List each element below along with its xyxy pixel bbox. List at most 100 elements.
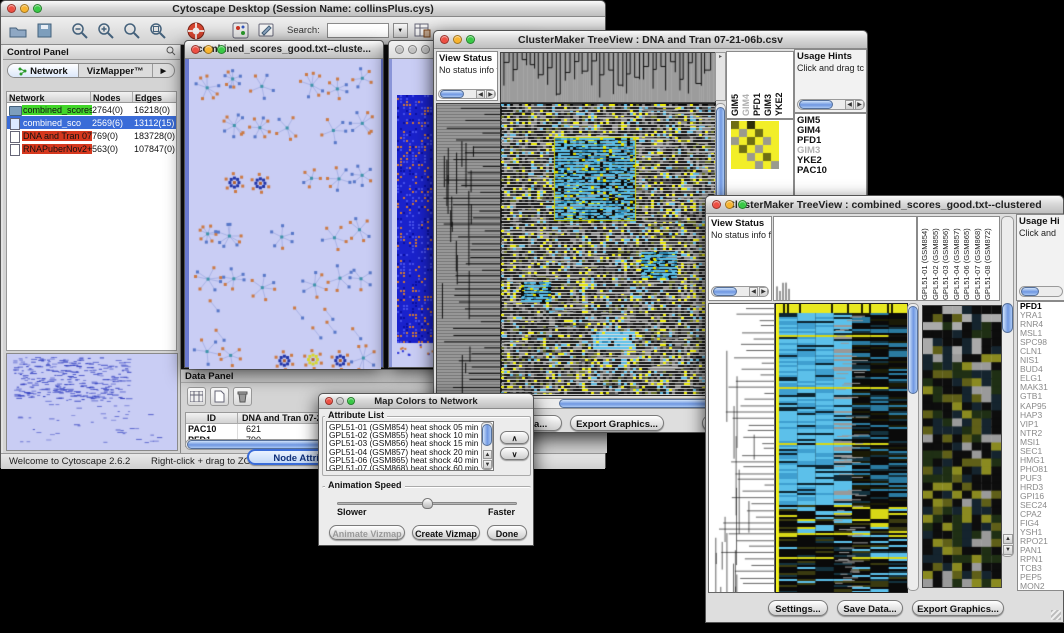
tv2-column-label[interactable]: GPL51-02 (GSM855)	[931, 218, 942, 300]
move-down-button[interactable]: ∨	[500, 447, 529, 460]
tv2-column-label[interactable]: GPL51-07 (GSM868)	[973, 218, 984, 300]
search-input[interactable]	[327, 23, 389, 38]
network-row[interactable]: combined_sco2569(6)13112(15)	[7, 116, 176, 129]
zoom-selected-icon[interactable]	[121, 20, 143, 42]
tv1-view-status-text: No status info f	[437, 65, 497, 75]
col-header-edges[interactable]: Edges	[133, 92, 176, 102]
network-row[interactable]: DNA and Tran 07769(0)183728(0)	[7, 129, 176, 142]
close-button[interactable]	[395, 45, 404, 54]
main-titlebar[interactable]: Cytoscape Desktop (Session Name: collins…	[1, 1, 605, 17]
map-colors-dialog: Map Colors to Network Attribute List GPL…	[318, 393, 534, 546]
save-icon[interactable]	[33, 20, 55, 42]
tv2-column-label[interactable]: GPL51-03 (GSM856)	[941, 218, 952, 300]
tv1-column-label[interactable]: GIM3	[763, 54, 774, 116]
treeview2-title: ClusterMaker TreeView : combined_scores_…	[706, 199, 1063, 211]
tv1-heatmap[interactable]	[500, 103, 716, 396]
close-button[interactable]	[712, 200, 721, 209]
close-button[interactable]	[191, 45, 200, 54]
attribute-select-icon[interactable]	[187, 387, 206, 406]
tab-vizmapper[interactable]: VizMapper™	[79, 64, 153, 77]
tv1-column-scroll-strip[interactable]: ▸	[715, 52, 726, 101]
col-header-nodes[interactable]: Nodes	[91, 92, 133, 102]
control-panel: Control Panel Network VizMapper™ ▶ Netwo…	[3, 45, 181, 453]
network-view-canvas[interactable]	[189, 59, 381, 369]
minimize-button[interactable]	[204, 45, 213, 54]
tv2-usage-hscrollbar[interactable]	[1019, 286, 1063, 297]
zoom-fit-icon[interactable]	[147, 20, 169, 42]
tv2-row-dendrogram[interactable]	[708, 303, 775, 593]
tv2-save-data-button[interactable]: Save Data...	[837, 600, 903, 616]
minimize-button[interactable]	[408, 45, 417, 54]
done-button[interactable]: Done	[487, 525, 527, 540]
tv1-column-dendrogram[interactable]	[500, 52, 716, 103]
tv1-status-hscrollbar[interactable]: ◀ ▶	[438, 89, 496, 99]
tv1-column-label[interactable]: YKE2	[774, 54, 785, 116]
close-button[interactable]	[325, 397, 333, 405]
zoom-window-button[interactable]	[347, 397, 355, 405]
move-up-button[interactable]: ∧	[500, 431, 529, 444]
tv1-usage-hscrollbar[interactable]: ◀ ▶	[797, 99, 865, 110]
col-header-network[interactable]: Network	[7, 92, 91, 102]
zoom-in-icon[interactable]	[95, 20, 117, 42]
zoom-window-button[interactable]	[33, 4, 42, 13]
minimize-button[interactable]	[453, 35, 462, 44]
attribute-list-vscrollbar[interactable]: ▲ ▼	[481, 422, 493, 470]
help-icon[interactable]	[185, 20, 207, 42]
float-panel-icon[interactable]	[166, 46, 176, 59]
tv2-labels-vscrollbar[interactable]: ▲ ▼	[1001, 216, 1014, 557]
animate-vizmap-button[interactable]: Animate Vizmap	[329, 525, 405, 540]
resize-grip[interactable]	[1051, 610, 1061, 620]
tv1-column-label[interactable]: GIM5	[730, 54, 741, 116]
annotation-icon[interactable]	[255, 20, 277, 42]
map-dialog-titlebar[interactable]: Map Colors to Network	[319, 394, 533, 409]
network-overview-canvas[interactable]	[6, 353, 178, 451]
tv2-status-hscrollbar[interactable]: ◀ ▶	[711, 286, 769, 297]
tab-more-button[interactable]: ▶	[153, 64, 174, 77]
new-attribute-icon[interactable]	[210, 387, 229, 406]
tv2-column-label[interactable]: GPL51-06 (GSM865)	[962, 218, 973, 300]
network-row[interactable]: combined_scores2764(0)16218(0)	[7, 103, 176, 116]
tv2-column-label[interactable]: GPL51-01 (GSM854)	[920, 218, 931, 300]
tab-network[interactable]: Network	[8, 64, 79, 77]
tv2-export-graphics-button[interactable]: Export Graphics...	[912, 600, 1004, 616]
tv1-column-label[interactable]: PFD1	[752, 54, 763, 116]
attribute-list-label: Attribute List	[325, 410, 387, 420]
treeview2-titlebar[interactable]: ClusterMaker TreeView : combined_scores_…	[706, 196, 1063, 214]
tv2-heatmap[interactable]	[775, 303, 908, 593]
vizmapper-icon[interactable]	[229, 20, 251, 42]
slider-thumb[interactable]	[422, 498, 433, 509]
zoom-window-button[interactable]	[466, 35, 475, 44]
attribute-browser-icon[interactable]	[412, 20, 434, 42]
search-dropdown-button[interactable]: ▼	[393, 23, 408, 38]
create-vizmap-button[interactable]: Create Vizmap	[412, 525, 480, 540]
tv1-summary-matrix[interactable]	[731, 121, 779, 169]
tv2-column-label[interactable]: GPL51-04 (GSM857)	[952, 218, 963, 300]
tv2-column-dendrogram[interactable]	[774, 217, 916, 300]
tv2-settings-button[interactable]: Settings...	[768, 600, 828, 616]
minimize-button[interactable]	[20, 4, 29, 13]
open-icon[interactable]	[7, 20, 29, 42]
minimize-button[interactable]	[336, 397, 344, 405]
delete-attribute-icon[interactable]	[233, 387, 252, 406]
zoom-window-button[interactable]	[217, 45, 226, 54]
zoom-out-icon[interactable]	[69, 20, 91, 42]
tv2-gene-label[interactable]: MON2	[1018, 582, 1064, 591]
tv2-thumbnail-heatmap[interactable]	[922, 305, 1002, 588]
zoom-window-button[interactable]	[738, 200, 747, 209]
tv1-export-graphics-button[interactable]: Export Graphics...	[570, 415, 664, 431]
tv1-row-dendrogram[interactable]	[436, 103, 502, 396]
minimize-button[interactable]	[725, 200, 734, 209]
close-button[interactable]	[7, 4, 16, 13]
attribute-list-item[interactable]: GPL51-07 (GSM868) heat shock 60 min	[329, 464, 491, 471]
zoom-window-button[interactable]	[421, 45, 430, 54]
attr-col-id[interactable]: ID	[186, 413, 238, 423]
network-row[interactable]: RNAPuberNov2+563(0)107847(0)	[7, 142, 176, 155]
control-panel-tabbar: Network VizMapper™ ▶	[7, 63, 175, 78]
tv2-column-label[interactable]: GPL51-08 (GSM872)	[983, 218, 994, 300]
tv1-row-label[interactable]: PAC10	[795, 166, 866, 176]
tv2-heatmap-vscrollbar[interactable]	[907, 303, 919, 591]
treeview1-titlebar[interactable]: ClusterMaker TreeView : DNA and Tran 07-…	[434, 31, 867, 49]
close-button[interactable]	[440, 35, 449, 44]
network-view-titlebar[interactable]: combined_scores_good.txt--cluste...	[185, 41, 383, 59]
tv1-column-label[interactable]: GIM4	[741, 54, 752, 116]
